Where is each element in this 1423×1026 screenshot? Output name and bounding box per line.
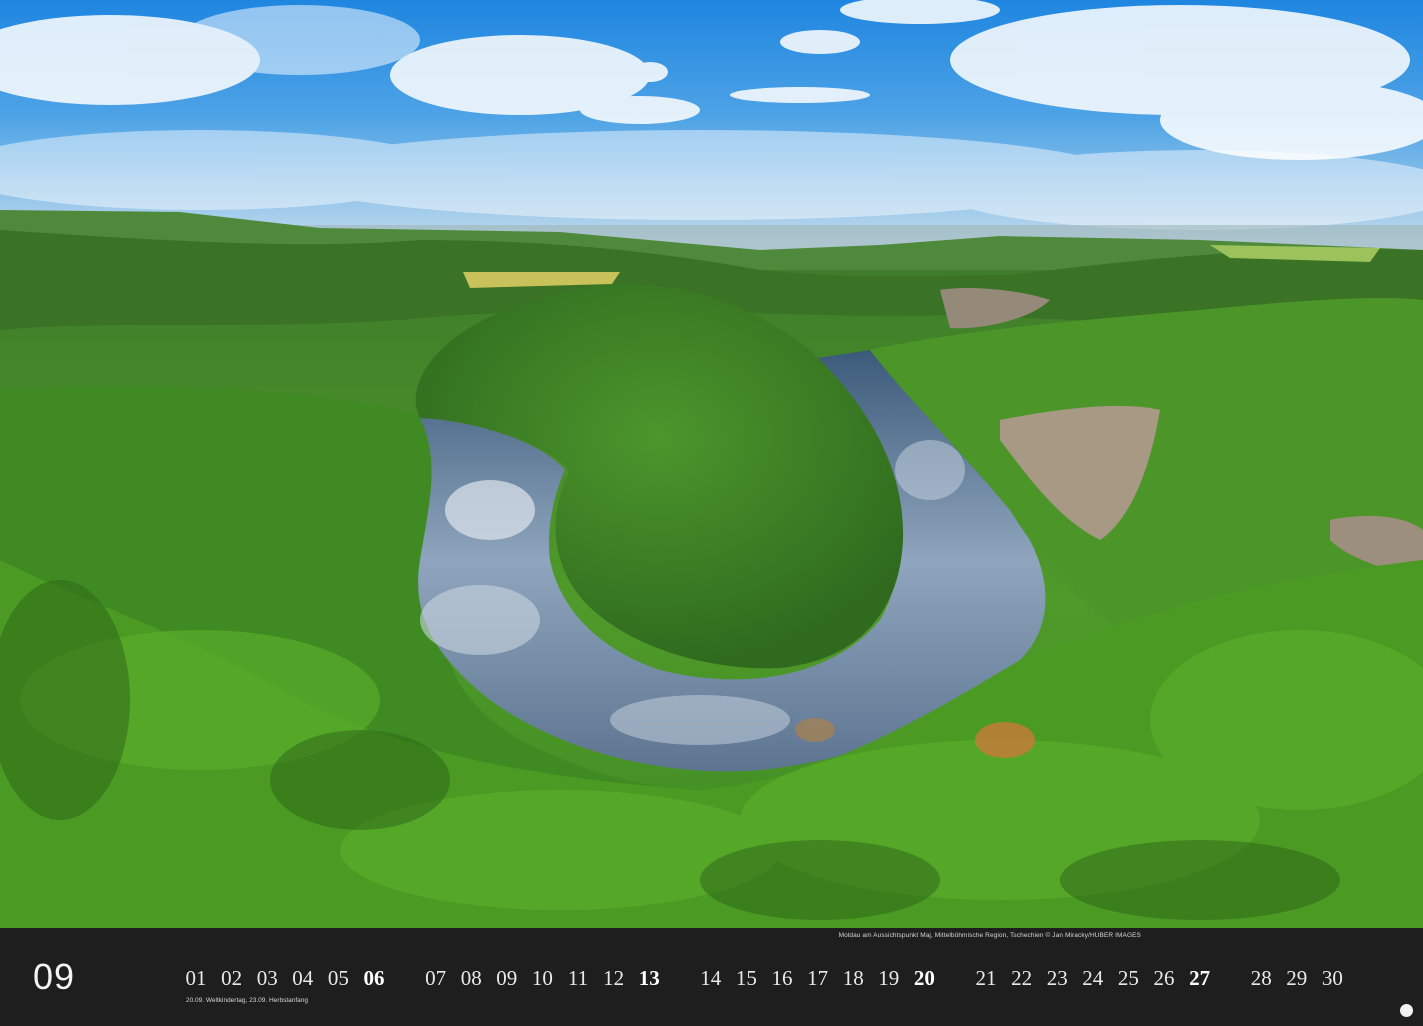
day-24: 24 <box>1082 966 1104 990</box>
photo-caption: Moldau am Aussichtspunkt Maj, Mittelböhm… <box>838 932 1141 939</box>
day-17: 17 <box>807 966 829 990</box>
day-20: 20 <box>913 966 935 990</box>
day-19: 19 <box>878 966 900 990</box>
day-07: 07 <box>425 966 447 990</box>
day-23: 23 <box>1046 966 1068 990</box>
day-04: 04 <box>292 966 314 990</box>
day-06: 06 <box>363 966 385 990</box>
day-26: 26 <box>1153 966 1175 990</box>
day-27: 27 <box>1189 966 1211 990</box>
day-09: 09 <box>496 966 518 990</box>
day-01: 01 <box>185 966 207 990</box>
day-08: 08 <box>460 966 482 990</box>
day-28: 28 <box>1250 966 1272 990</box>
day-03: 03 <box>256 966 278 990</box>
day-14: 14 <box>700 966 722 990</box>
landscape-photo <box>0 0 1423 928</box>
day-10: 10 <box>531 966 553 990</box>
day-11: 11 <box>567 966 589 990</box>
day-29: 29 <box>1286 966 1308 990</box>
holidays-note: 20.09. Weltkindertag, 23.09. Herbstanfan… <box>186 997 309 1004</box>
day-12: 12 <box>603 966 625 990</box>
day-22: 22 <box>1011 966 1033 990</box>
day-13: 13 <box>638 966 660 990</box>
day-18: 18 <box>842 966 864 990</box>
day-30: 30 <box>1321 966 1343 990</box>
day-25: 25 <box>1117 966 1139 990</box>
month-number: 09 <box>33 956 76 997</box>
publisher-logo-icon <box>1400 1004 1413 1017</box>
day-05: 05 <box>327 966 349 990</box>
day-16: 16 <box>771 966 793 990</box>
calendar-bar: Moldau am Aussichtspunkt Maj, Mittelböhm… <box>0 928 1423 1026</box>
day-21: 21 <box>975 966 997 990</box>
day-02: 02 <box>221 966 243 990</box>
day-15: 15 <box>735 966 757 990</box>
